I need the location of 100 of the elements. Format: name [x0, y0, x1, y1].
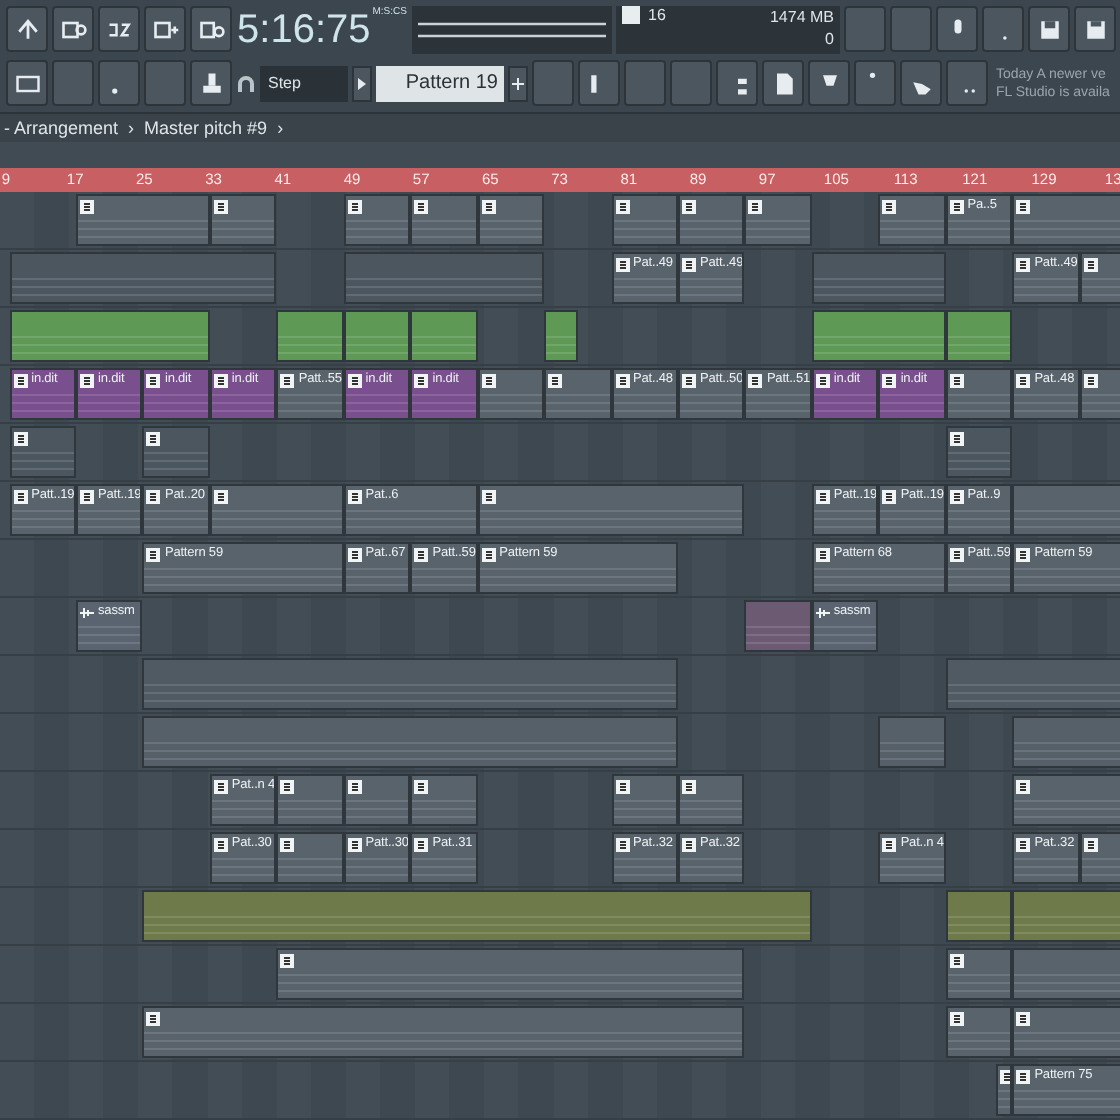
playlist-clip[interactable] — [477, 368, 545, 420]
cpu-value: 16 — [648, 5, 666, 23]
playlist-clip[interactable] — [142, 426, 210, 478]
playlist-clip[interactable] — [142, 1006, 745, 1058]
playlist-clip[interactable] — [945, 890, 1013, 942]
playlist-clip[interactable] — [343, 252, 545, 304]
playlist-clip[interactable] — [1079, 368, 1120, 420]
pattern-icon — [1016, 1069, 1031, 1083]
playlist-clip[interactable] — [945, 368, 1013, 420]
pattern-icon — [815, 373, 830, 387]
playlist-clip[interactable] — [276, 832, 344, 884]
playlist-clip[interactable] — [142, 658, 678, 710]
play-icon — [358, 77, 366, 89]
pattern-icon — [949, 199, 964, 213]
pattern-icon — [347, 373, 362, 387]
breadcrumb-item[interactable]: › — [277, 118, 284, 138]
playlist-clip[interactable] — [276, 774, 344, 826]
playlist-clip[interactable] — [744, 194, 812, 246]
playlist-clip[interactable] — [544, 368, 612, 420]
pattern-icon — [815, 489, 830, 503]
pattern-icon — [815, 547, 830, 561]
breadcrumb-item[interactable]: - Arrangement — [4, 118, 119, 138]
playlist-clip[interactable] — [9, 426, 77, 478]
playlist-clip[interactable] — [1012, 194, 1120, 246]
document-icon[interactable] — [762, 60, 804, 106]
snap-dropdown[interactable]: Step — [260, 65, 348, 101]
playlist-clip[interactable] — [343, 310, 411, 362]
playlist-clip[interactable] — [611, 774, 678, 826]
playlist-clip[interactable] — [209, 194, 277, 246]
playlist-clip[interactable] — [677, 194, 745, 246]
playlist-clip[interactable] — [142, 716, 678, 768]
pattern-icon — [1083, 373, 1098, 387]
playlist-clip[interactable] — [9, 310, 210, 362]
pattern-icon — [681, 199, 696, 213]
playlist-clip[interactable] — [744, 600, 812, 652]
pattern-icon — [414, 373, 429, 387]
playlist-clip[interactable] — [677, 774, 745, 826]
playlist-clip[interactable] — [1012, 774, 1120, 826]
breadcrumb-item[interactable]: Master pitch #9 — [144, 118, 268, 138]
playlist-clip[interactable] — [343, 194, 411, 246]
pattern-icon — [748, 199, 763, 213]
pattern-icon — [280, 373, 295, 387]
playlist-clip[interactable] — [811, 310, 946, 362]
playlist-clip[interactable] — [477, 484, 745, 536]
playlist-clip[interactable] — [945, 1006, 1013, 1058]
playlist-clip[interactable] — [9, 252, 277, 304]
pattern-icon — [949, 489, 964, 503]
pattern-icon — [1016, 199, 1031, 213]
pattern-icon — [882, 837, 897, 851]
playlist-clip[interactable] — [811, 252, 946, 304]
playlist-clip[interactable] — [1012, 1006, 1120, 1058]
counter-icon[interactable] — [98, 6, 140, 52]
playlist-clip[interactable] — [945, 948, 1013, 1000]
playlist-clip[interactable] — [343, 774, 411, 826]
playlist-clip[interactable] — [209, 484, 344, 536]
playlist-clip[interactable] — [142, 890, 812, 942]
pattern-icon — [481, 373, 496, 387]
playlist-clip[interactable] — [276, 310, 344, 362]
playlist-clip[interactable] — [544, 310, 578, 362]
playlist-clip[interactable] — [1079, 252, 1120, 304]
playlist-clip[interactable] — [76, 194, 210, 246]
playlist-clip[interactable] — [1079, 832, 1120, 884]
pattern-icon — [347, 199, 362, 213]
playlist-clip[interactable] — [945, 310, 1013, 362]
keyboard-loop-icon[interactable] — [190, 6, 232, 52]
pattern-icon — [13, 373, 28, 387]
pattern-prev-button[interactable] — [352, 65, 372, 101]
keyboard-icon[interactable] — [52, 6, 94, 52]
save-icon[interactable] — [1074, 6, 1116, 52]
keyboard-icon[interactable] — [6, 60, 48, 106]
pattern-icon — [213, 199, 228, 213]
playlist-clip[interactable] — [477, 194, 545, 246]
stamp-icon[interactable] — [190, 60, 232, 106]
playlist-clip[interactable] — [410, 194, 478, 246]
playlist-clip[interactable] — [410, 310, 478, 362]
playlist-clip[interactable] — [1012, 948, 1120, 1000]
playlist-clip[interactable] — [276, 948, 745, 1000]
breadcrumb-item[interactable]: › — [128, 118, 135, 138]
keyboard-plus-icon[interactable] — [144, 6, 186, 52]
playlist-clip[interactable] — [995, 1064, 1013, 1116]
magnet-icon[interactable] — [236, 73, 256, 93]
playlist-clip[interactable] — [945, 658, 1120, 710]
playlist-clip[interactable] — [878, 194, 946, 246]
add-pattern-button[interactable] — [508, 65, 528, 101]
playlist-clip[interactable] — [1012, 890, 1120, 942]
playlist-clip[interactable] — [1012, 716, 1120, 768]
playlist-clip[interactable] — [410, 774, 478, 826]
microphone-icon[interactable] — [936, 6, 978, 52]
playlist-clip[interactable] — [611, 194, 678, 246]
playlist-clip[interactable] — [1012, 484, 1120, 536]
pattern-icon — [1083, 257, 1098, 271]
pattern-selector[interactable]: Pattern 19 — [376, 65, 504, 101]
pattern-icon — [1083, 837, 1098, 851]
pattern-icon — [949, 953, 964, 967]
pattern-icon — [347, 489, 362, 503]
playlist-clip[interactable] — [878, 716, 946, 768]
tuning-fork-icon[interactable] — [6, 6, 48, 52]
save-icon[interactable] — [1028, 6, 1070, 52]
waveform-icon — [80, 605, 95, 619]
playlist-clip[interactable] — [945, 426, 1013, 478]
